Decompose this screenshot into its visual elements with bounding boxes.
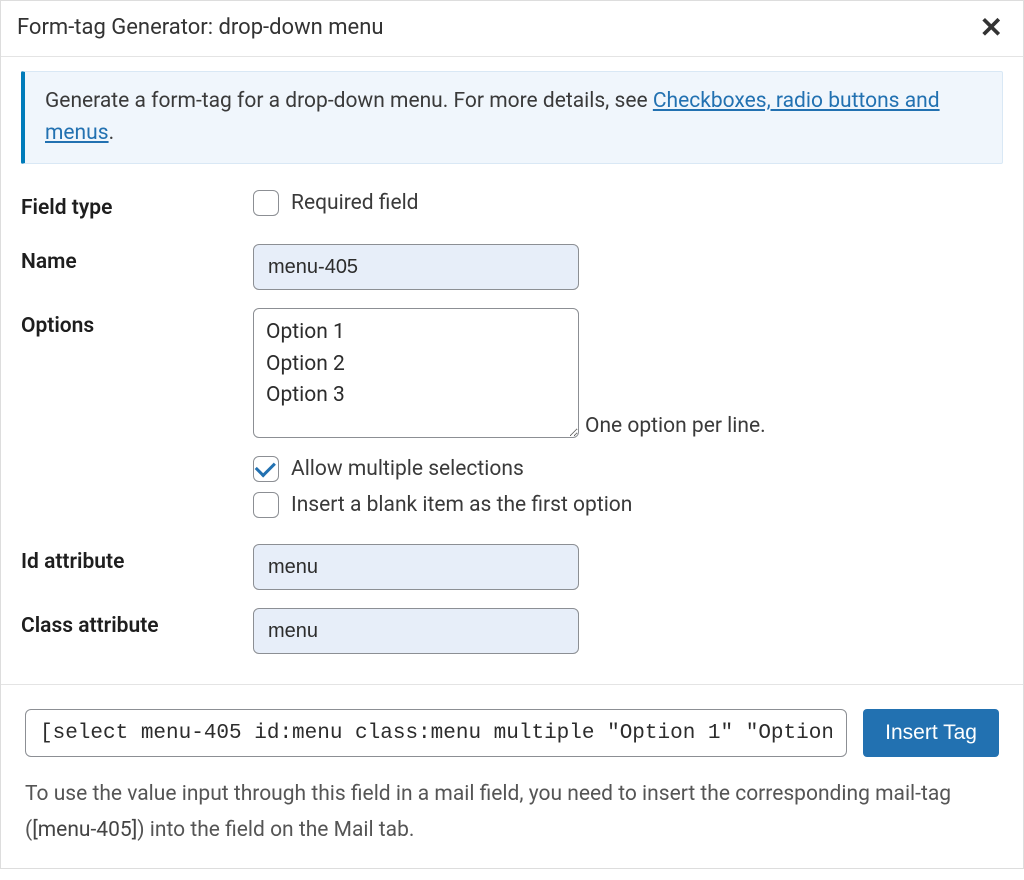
name-input[interactable] — [253, 244, 579, 290]
label-name: Name — [21, 244, 253, 274]
form-rows: Field type Required field Name Options — [21, 186, 1003, 684]
dialog-content: Generate a form-tag for a drop-down menu… — [1, 57, 1023, 684]
allow-multiple-option[interactable]: Allow multiple selections — [253, 456, 1003, 482]
id-input[interactable] — [253, 544, 579, 590]
checkbox-icon[interactable] — [253, 456, 279, 482]
mail-hint-after: ) into the field on the Mail tab. — [137, 818, 414, 842]
row-field-type: Field type Required field — [21, 190, 1003, 226]
generated-tag-row: Insert Tag — [25, 709, 999, 757]
close-icon[interactable]: ✕ — [976, 11, 1007, 44]
info-text-before: Generate a form-tag for a drop-down menu… — [45, 89, 653, 113]
row-options: Options One option per line. Allow multi… — [21, 308, 1003, 518]
checkbox-icon[interactable] — [253, 492, 279, 518]
label-options: Options — [21, 308, 253, 338]
label-class-attr: Class attribute — [21, 608, 253, 638]
info-text-after: . — [109, 121, 115, 145]
mail-tag-code: [menu-405] — [32, 818, 137, 842]
required-field-label: Required field — [291, 191, 419, 215]
blank-first-option[interactable]: Insert a blank item as the first option — [253, 492, 1003, 518]
insert-tag-button[interactable]: Insert Tag — [863, 709, 999, 757]
mail-tag-hint: To use the value input through this fiel… — [25, 777, 999, 848]
row-name: Name — [21, 244, 1003, 290]
info-banner: Generate a form-tag for a drop-down menu… — [21, 71, 1003, 164]
label-id-attr: Id attribute — [21, 544, 253, 574]
form-tag-generator-dialog: Form-tag Generator: drop-down menu ✕ Gen… — [0, 0, 1024, 869]
allow-multiple-label: Allow multiple selections — [291, 457, 524, 481]
options-hint: One option per line. — [585, 414, 766, 438]
required-field-option[interactable]: Required field — [253, 190, 1003, 216]
class-input[interactable] — [253, 608, 579, 654]
dialog-title: Form-tag Generator: drop-down menu — [17, 15, 383, 40]
row-class-attr: Class attribute — [21, 608, 1003, 654]
checkbox-icon[interactable] — [253, 190, 279, 216]
dialog-footer: Insert Tag To use the value input throug… — [1, 684, 1023, 868]
label-field-type: Field type — [21, 190, 253, 220]
dialog-titlebar: Form-tag Generator: drop-down menu ✕ — [1, 1, 1023, 57]
row-id-attr: Id attribute — [21, 544, 1003, 590]
blank-first-label: Insert a blank item as the first option — [291, 493, 632, 517]
options-textarea[interactable] — [253, 308, 579, 438]
generated-tag-input[interactable] — [25, 709, 847, 757]
